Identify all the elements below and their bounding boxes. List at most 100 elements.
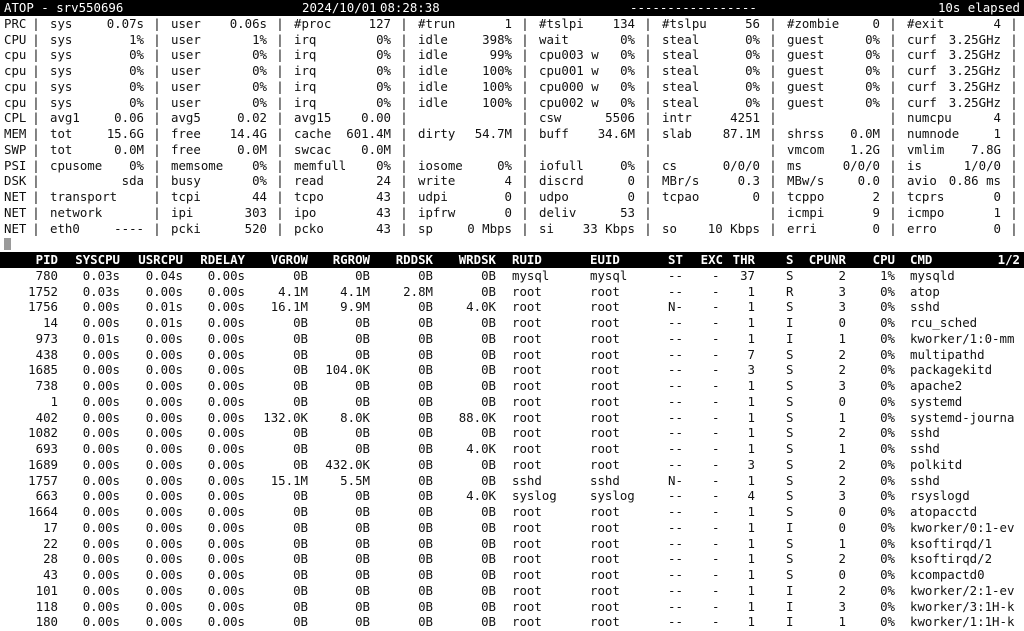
column-header-rdelay[interactable]: RDELAY xyxy=(200,252,245,268)
cell-ruid: root xyxy=(512,441,542,456)
cell-cmd: sshd xyxy=(910,425,940,441)
column-divider: | xyxy=(153,173,161,189)
cell-ruid: root xyxy=(512,409,542,425)
column-divider: | xyxy=(32,189,40,204)
column-divider: | xyxy=(153,157,161,173)
column-header-vgrow[interactable]: VGROW xyxy=(271,252,308,268)
process-row[interactable]: 14 0.00s 0.01s 0.00s 0B 0B 0B 0B root root -- -1 I 0 0… xyxy=(0,315,1024,331)
column-header-cpunr[interactable]: CPUNR xyxy=(809,252,846,268)
column-divider: | xyxy=(521,78,529,94)
cell-s: S xyxy=(786,535,794,551)
stat-key: irq xyxy=(294,94,317,110)
stat-value: 0.0M xyxy=(114,141,144,157)
column-header-thr[interactable]: THR xyxy=(733,252,755,268)
process-row[interactable]: 1757 0.00s 0.00s 0.00s 15.1M 5.5M 0B 0B sshd sshd… xyxy=(0,473,1024,489)
column-header-ruid[interactable]: RUID xyxy=(512,252,542,268)
stat-row-label: SWP xyxy=(4,141,27,157)
column-header-usrcpu[interactable]: USRCPU xyxy=(138,252,183,268)
stat-key: free xyxy=(171,141,201,157)
cell-rddsk: 0B xyxy=(418,472,433,488)
process-row[interactable]: 693 0.00s 0.00s 0.00s 0B 0B 0B 4.0K root root -- -1… xyxy=(0,441,1024,457)
column-divider: | xyxy=(32,204,40,220)
column-header-s[interactable]: S xyxy=(786,252,793,268)
cell-exc: - xyxy=(712,409,720,425)
stat-cell: transport xyxy=(50,189,144,205)
process-row[interactable]: 22 0.00s 0.00s 0.00s 0B 0B 0B 0B root root -- -1 S 1 0… xyxy=(0,536,1024,552)
cell-cpu: 0% xyxy=(880,488,895,504)
stat-key: erro xyxy=(907,220,937,236)
process-row[interactable]: 180 0.00s 0.00s 0.00s 0B 0B 0B 0B root root -- -1 I 1… xyxy=(0,614,1024,630)
column-header-syscpu[interactable]: SYSCPU xyxy=(75,252,120,268)
column-divider: | xyxy=(276,189,284,204)
process-row[interactable]: 973 0.01s 0.00s 0.00s 0B 0B 0B 0B root root -- -1 I 1… xyxy=(0,331,1024,347)
process-row[interactable]: 43 0.00s 0.00s 0.00s 0B 0B 0B 0B root root -- -1 S 0 0… xyxy=(0,567,1024,583)
process-row[interactable]: 402 0.00s 0.00s 0.00s 132.0K 8.0K 0B 88.0K root r… xyxy=(0,410,1024,426)
cell-pid: 1 xyxy=(50,393,58,409)
stat-cell: free 14.4G xyxy=(171,126,267,142)
cell-cpunr: 1 xyxy=(838,330,846,346)
stat-key: icmpi xyxy=(787,204,825,220)
process-row[interactable]: 17 0.00s 0.00s 0.00s 0B 0B 0B 0B root root -- -1 I 0 0… xyxy=(0,520,1024,536)
cell-wrdsk: 0B xyxy=(481,267,496,283)
column-divider: | xyxy=(521,47,529,63)
column-divider: | xyxy=(276,173,284,189)
column-header-cmd[interactable]: CMD xyxy=(910,252,932,268)
column-header-pid[interactable]: PID xyxy=(36,252,58,268)
process-row[interactable]: 438 0.00s 0.00s 0.00s 0B 0B 0B 0B root root -- -7 S 2… xyxy=(0,347,1024,363)
process-row[interactable]: 1664 0.00s 0.00s 0.00s 0B 0B 0B 0B root root -- -1 S… xyxy=(0,504,1024,520)
process-row[interactable]: 28 0.00s 0.00s 0.00s 0B 0B 0B 0B root root -- -1 S 2 0… xyxy=(0,551,1024,567)
column-header-rgrow[interactable]: RGROW xyxy=(333,252,370,268)
stat-value: 0% xyxy=(745,78,760,94)
stat-cell xyxy=(539,142,635,158)
process-row[interactable]: 1082 0.00s 0.00s 0.00s 0B 0B 0B 0B root root -- -1 S… xyxy=(0,425,1024,441)
process-row[interactable]: 738 0.00s 0.00s 0.00s 0B 0B 0B 0B root root -- -1 S 3… xyxy=(0,378,1024,394)
stat-cell: free 0.0M xyxy=(171,142,267,158)
stat-key: idle xyxy=(418,78,448,94)
stat-value: 0% xyxy=(865,31,880,47)
process-row[interactable]: 1685 0.00s 0.00s 0.00s 0B 104.0K 0B 0B root root -… xyxy=(0,362,1024,378)
cell-pid: 780 xyxy=(35,267,58,283)
column-header-rddsk[interactable]: RDDSK xyxy=(396,252,433,268)
column-header-wrdsk[interactable]: WRDSK xyxy=(459,252,496,268)
process-row[interactable]: 1 0.00s 0.00s 0.00s 0B 0B 0B 0B root root -- -1 S 0 0%… xyxy=(0,394,1024,410)
process-row[interactable]: 1689 0.00s 0.00s 0.00s 0B 432.0K 0B 0B root root -… xyxy=(0,457,1024,473)
process-row[interactable]: 663 0.00s 0.00s 0.00s 0B 0B 0B 4.0K syslog syslog… xyxy=(0,488,1024,504)
stat-key: user xyxy=(171,78,201,94)
cell-usrcpu: 0.00s xyxy=(145,598,183,614)
process-row[interactable]: 118 0.00s 0.00s 0.00s 0B 0B 0B 0B root root -- -1 I 3… xyxy=(0,599,1024,615)
cell-cpunr: 1 xyxy=(838,614,846,630)
cell-ruid: root xyxy=(512,567,542,582)
column-header-st[interactable]: ST xyxy=(668,252,683,268)
cell-wrdsk: 0B xyxy=(481,425,496,441)
stat-key: user xyxy=(171,31,201,47)
cell-cpunr: 3 xyxy=(838,299,846,315)
cell-syscpu: 0.00s xyxy=(82,441,120,456)
process-row[interactable]: 780 0.03s 0.04s 0.00s 0B 0B 0B 0B mysql mysql -- -3… xyxy=(0,268,1024,284)
column-divider: | xyxy=(521,110,529,126)
column-header-exc[interactable]: EXC xyxy=(701,252,723,268)
column-header-cpu[interactable]: CPU xyxy=(873,252,895,268)
stat-key: curf xyxy=(907,47,937,63)
column-divider: | xyxy=(769,141,777,157)
process-row[interactable]: 1752 0.03s 0.00s 0.00s 4.1M 4.1M 2.8M 0B root roo… xyxy=(0,284,1024,300)
cell-wrdsk: 88.0K xyxy=(458,409,496,425)
stat-value: 1% xyxy=(252,31,267,47)
cell-usrcpu: 0.00s xyxy=(145,535,183,551)
cell-euid: root xyxy=(590,283,620,299)
process-row[interactable]: 1756 0.00s 0.01s 0.00s 16.1M 9.9M 0B 4.0K root ro… xyxy=(0,299,1024,315)
stat-key: cpu003 w xyxy=(539,47,599,63)
column-divider: | xyxy=(889,63,897,78)
cell-euid: root xyxy=(590,409,620,425)
cell-syscpu: 0.03s xyxy=(82,267,120,283)
column-header-euid[interactable]: EUID xyxy=(590,252,620,268)
cell-s: I xyxy=(786,614,794,630)
process-row[interactable]: 101 0.00s 0.00s 0.00s 0B 0B 0B 0B root root -- -1 I 2… xyxy=(0,583,1024,599)
stat-key: user xyxy=(171,15,201,31)
cell-cpunr: 0 xyxy=(838,315,846,330)
cell-wrdsk: 0B xyxy=(481,378,496,393)
stat-key: user xyxy=(171,94,201,110)
stat-key: #zombie xyxy=(787,15,840,31)
cell-vgrow: 0B xyxy=(293,425,308,441)
stat-key: cpu002 w xyxy=(539,94,599,110)
cell-cpu: 0% xyxy=(880,441,895,456)
